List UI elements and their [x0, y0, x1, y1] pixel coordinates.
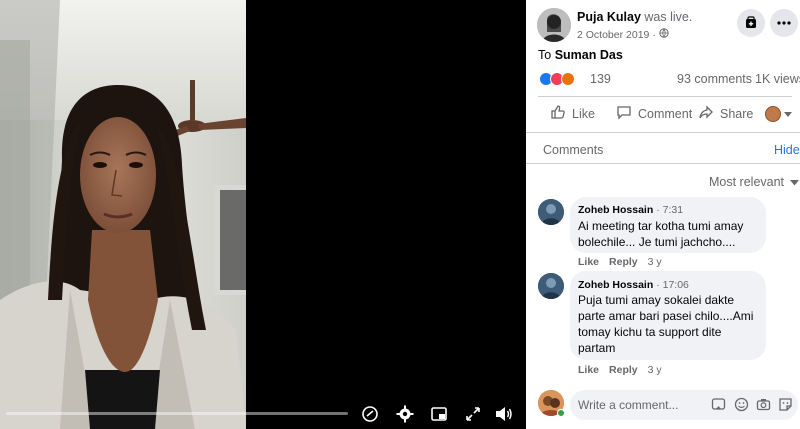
video-frame[interactable] [0, 0, 246, 429]
more-icon[interactable] [770, 9, 798, 37]
reaction-as-selector[interactable] [765, 104, 797, 124]
comment-button-label: Comment [638, 107, 693, 121]
comment-line: bolechile... Je tumi jachcho.... [578, 235, 736, 249]
comment-author-link[interactable]: Zoheb Hossain [578, 204, 653, 216]
divider [538, 96, 792, 97]
comment-line: parte amar bari pasei chilo....Ami [578, 309, 754, 323]
comment-input[interactable]: Write a comment... [570, 390, 798, 420]
post-date-link[interactable]: 2 October 2019 [577, 29, 649, 41]
settings-icon[interactable] [394, 403, 416, 425]
angry-reaction-icon [561, 72, 575, 86]
comment-like-link[interactable]: Like [578, 364, 599, 376]
video-frame-image [0, 0, 246, 429]
reactions-count[interactable]: 139 [590, 72, 611, 86]
recipient-to-label: To [538, 48, 552, 62]
video-controls [0, 396, 526, 429]
reaction-icons[interactable] [539, 72, 589, 88]
share-icon [698, 104, 714, 125]
comments-heading: Comments [543, 143, 604, 157]
views-count: 1K views [755, 72, 800, 86]
comment-timestamp[interactable]: 17:06 [663, 279, 689, 291]
share-button-label: Share [720, 107, 754, 121]
volume-icon[interactable] [493, 403, 515, 425]
viewer-avatar [765, 106, 781, 122]
gif-icon[interactable] [711, 397, 726, 417]
miniplayer-icon[interactable] [428, 403, 450, 425]
post-recipient: To Suman Das [538, 48, 623, 62]
comment-icon [616, 104, 632, 125]
comment-line: partam [578, 341, 616, 355]
comment-actions: Like Reply 3 y [578, 256, 662, 268]
post-action-text: was live. [644, 10, 693, 24]
sort-comments-dropdown[interactable]: Most relevant [709, 175, 800, 189]
comment-text: Ai meeting tar kotha tumi amay bolechile… [578, 218, 743, 250]
comment-reply-link[interactable]: Reply [609, 364, 638, 376]
camera-icon[interactable] [756, 397, 771, 417]
divider [526, 132, 800, 133]
globe-icon [659, 28, 669, 41]
comment-input-placeholder: Write a comment... [578, 398, 679, 412]
comment-age: 3 y [647, 256, 662, 268]
sort-label: Most relevant [709, 175, 785, 189]
commenter-avatar[interactable] [538, 199, 564, 225]
online-status-dot [557, 409, 565, 417]
like-button-label: Like [572, 107, 595, 121]
comment-author-link[interactable]: Zoheb Hossain [578, 279, 653, 291]
comment-line: Puja tumi amay sokalei dakte [578, 293, 735, 307]
sticker-icon[interactable] [778, 397, 793, 417]
commenter-avatar[interactable] [538, 273, 564, 299]
comment-meta: Zoheb Hossain · 17:06 [578, 279, 689, 291]
like-button[interactable]: Like [550, 102, 610, 126]
video-player[interactable] [0, 0, 526, 429]
comment-actions: Like Reply 3 y [578, 364, 662, 376]
chevron-down-icon [784, 105, 792, 123]
comment-text: Puja tumi amay sokalei dakte parte amar … [578, 292, 753, 356]
comments-count[interactable]: 93 comments [677, 72, 752, 86]
author-avatar[interactable] [537, 8, 571, 42]
hide-comments-link[interactable]: Hide [774, 143, 800, 157]
meta-separator: · [652, 28, 656, 41]
bookmark-icon[interactable] [737, 9, 765, 37]
comment-like-link[interactable]: Like [578, 256, 599, 268]
like-icon [550, 104, 566, 125]
comment-line: tomay kichu ta support dite [578, 325, 722, 339]
comment-meta: Zoheb Hossain · 7:31 [578, 204, 684, 216]
live-video-viewer: Puja Kulay was live. 2 October 2019 · To… [0, 0, 800, 429]
author-name-link[interactable]: Puja Kulay [577, 10, 641, 24]
comment-button[interactable]: Comment [616, 102, 692, 126]
fullscreen-icon[interactable] [462, 403, 484, 425]
captions-icon[interactable] [359, 403, 381, 425]
comment-line: Ai meeting tar kotha tumi amay [578, 219, 744, 233]
comment-reply-link[interactable]: Reply [609, 256, 638, 268]
emoji-icon[interactable] [734, 397, 749, 417]
video-progress-bar[interactable] [6, 412, 348, 415]
post-header-line: Puja Kulay was live. [577, 10, 692, 24]
comment-age: 3 y [647, 364, 662, 376]
recipient-name-link[interactable]: Suman Das [555, 48, 623, 62]
post-meta: 2 October 2019 · [577, 28, 669, 41]
comment-timestamp[interactable]: 7:31 [663, 204, 683, 216]
share-button[interactable]: Share [698, 102, 754, 126]
chevron-down-icon [790, 175, 800, 189]
divider [526, 163, 800, 164]
